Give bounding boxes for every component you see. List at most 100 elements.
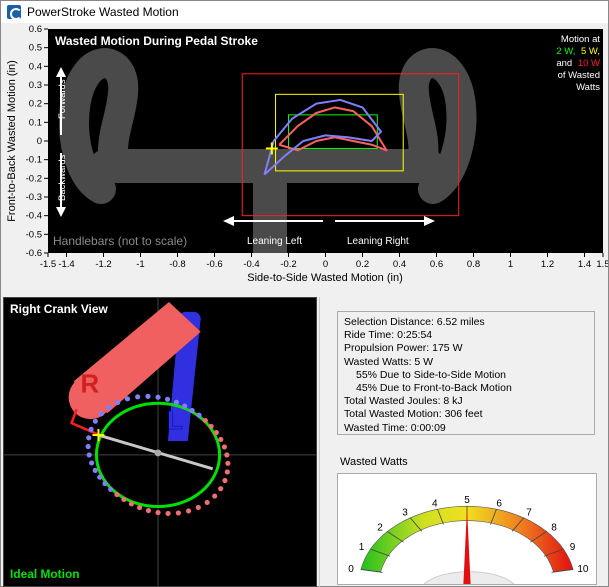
pedal-dot bbox=[135, 394, 141, 400]
x-axis-label: Side-to-Side Wasted Motion (in) bbox=[247, 272, 403, 284]
gauge-tick-label: 3 bbox=[402, 508, 408, 519]
pedal-dot bbox=[92, 467, 98, 473]
gauge-tick-label: 0 bbox=[348, 564, 354, 575]
total-wasted-joules: Total Wasted Joules: 8 kJ bbox=[344, 395, 463, 408]
pedal-dot bbox=[155, 510, 161, 516]
wasted-time: Wasted Time: 0:00:09 bbox=[344, 421, 446, 434]
pedal-dot bbox=[182, 403, 188, 409]
crank-axle bbox=[154, 449, 162, 457]
pedal-dot bbox=[189, 407, 195, 413]
handlebars-label: Handlebars (not to scale) bbox=[53, 234, 187, 248]
wasted-watts-gauge-panel: 0 1 2 3 4 5 6 7 8 9 10 bbox=[337, 473, 597, 587]
y-tick-label: -0.4 bbox=[26, 211, 42, 222]
gauge-tick-label: 7 bbox=[526, 508, 532, 519]
wasted-watts-gauge: 01 2 3 4 5 6 7 8 910 bbox=[348, 495, 589, 587]
legend-5w: 5 W, bbox=[581, 46, 600, 57]
x-tick-label: 1.5 bbox=[596, 259, 608, 270]
y-tick-label: 0.3 bbox=[29, 80, 42, 91]
window-title: PowerStroke Wasted Motion bbox=[27, 5, 179, 19]
y-tick-label: -0.1 bbox=[26, 155, 42, 166]
gauge-tick-label: 6 bbox=[496, 498, 502, 509]
pedal-dot bbox=[114, 491, 120, 498]
pedal-dot bbox=[124, 396, 131, 402]
legend-and: and bbox=[556, 58, 572, 69]
y-tick-label: 0.2 bbox=[29, 99, 42, 110]
gauge-tick-label: 4 bbox=[432, 498, 438, 509]
pedal-dot bbox=[224, 452, 230, 458]
pedal-dot bbox=[212, 493, 218, 499]
pedal-dot bbox=[85, 443, 91, 450]
pedal-dot bbox=[108, 486, 114, 492]
ideal-motion-label: Ideal Motion bbox=[10, 567, 79, 581]
leaning-right-label: Leaning Right bbox=[347, 236, 409, 247]
pedal-dot bbox=[185, 508, 192, 514]
x-tick-label: -0.4 bbox=[243, 259, 259, 270]
pedal-dot bbox=[204, 499, 210, 506]
pedal-dot bbox=[98, 411, 104, 417]
selection-distance: Selection Distance: 6.52 miles bbox=[344, 316, 485, 328]
pedal-dot bbox=[222, 477, 228, 484]
pedal-dot bbox=[86, 452, 92, 458]
x-tick-label: -0.8 bbox=[169, 259, 185, 270]
pedal-dot bbox=[88, 426, 94, 432]
x-tick-label: 1.2 bbox=[541, 259, 554, 270]
propulsion-power: Propulsion Power: 175 W bbox=[344, 342, 463, 355]
legend-10w: 10 W bbox=[578, 58, 600, 69]
gauge-tick-label: 8 bbox=[551, 523, 557, 534]
y-axis-label: Front-to-Back Wasted Motion (in) bbox=[6, 60, 18, 222]
pedal-dot bbox=[164, 396, 171, 402]
x-tick-label: 1.4 bbox=[578, 259, 591, 270]
y-tick-label: -0.3 bbox=[26, 192, 42, 203]
y-tick-label: 0.6 bbox=[29, 24, 42, 35]
pedal-dot bbox=[221, 444, 227, 450]
pedal-dot bbox=[165, 510, 171, 517]
gauge-tick-label: 10 bbox=[577, 564, 589, 575]
right-crank-label: R bbox=[81, 370, 100, 398]
x-tick-label: -0.2 bbox=[280, 259, 296, 270]
pedal-dot bbox=[202, 417, 208, 424]
x-tick-label: 0.4 bbox=[393, 259, 406, 270]
pedal-dot bbox=[128, 501, 134, 507]
y-tick-label: -0.2 bbox=[26, 173, 42, 184]
pedal-dot bbox=[92, 418, 98, 424]
chart-title: Wasted Motion During Pedal Stroke bbox=[55, 34, 258, 48]
x-tick-label: -0.6 bbox=[206, 259, 222, 270]
title-bar[interactable]: PowerStroke Wasted Motion bbox=[1, 1, 608, 23]
x-tick-label: 0.8 bbox=[467, 259, 480, 270]
pedal-dot bbox=[224, 469, 230, 475]
app-icon bbox=[7, 5, 22, 20]
gauge-title: Wasted Watts bbox=[340, 456, 408, 468]
gauge-tick-label: 9 bbox=[570, 542, 576, 553]
backwards-label: Backwards bbox=[57, 154, 68, 201]
x-tick-label: -1.4 bbox=[58, 259, 74, 270]
right-crank-view: L R Right Crank View Ideal Motion bbox=[3, 297, 317, 587]
y-tick-label: 0.4 bbox=[29, 61, 42, 72]
legend-line3: and 10 W bbox=[556, 58, 600, 69]
pedal-dot bbox=[102, 480, 108, 487]
pedal-dot bbox=[86, 435, 92, 441]
pedal-dot bbox=[195, 504, 201, 511]
side-to-side-percent: 55% Due to Side-to-Side Motion bbox=[356, 368, 506, 381]
front-to-back-percent: 45% Due to Front-to-Back Motion bbox=[356, 382, 512, 395]
pedal-dot bbox=[173, 399, 180, 405]
y-tick-label: 0.1 bbox=[29, 117, 42, 128]
pedal-dot bbox=[208, 423, 214, 429]
x-tick-label: -1 bbox=[136, 259, 144, 270]
pedal-dot bbox=[121, 496, 127, 503]
pedal-dot bbox=[115, 399, 121, 405]
ride-time: Ride Time: 0:25:54 bbox=[344, 329, 433, 342]
pedal-dot bbox=[97, 474, 103, 480]
app-window: PowerStroke Wasted Motion -1.5 -1.4 -1.2 -1… bbox=[0, 0, 609, 587]
forwards-label: Forwards bbox=[57, 79, 68, 119]
pedal-dot bbox=[175, 510, 181, 516]
x-tick-label: 0.6 bbox=[430, 259, 443, 270]
y-tick-label: 0.5 bbox=[29, 43, 42, 54]
pedal-dot bbox=[196, 412, 202, 418]
pedal-dot bbox=[145, 393, 151, 399]
wasted-watts-stat: Wasted Watts: 5 W bbox=[344, 355, 434, 368]
ride-stats-box: Selection Distance: 6.52 miles Ride Time… bbox=[337, 311, 595, 435]
crank-view-title: Right Crank View bbox=[10, 302, 108, 316]
panel-divider bbox=[319, 297, 320, 587]
pedal-dot bbox=[218, 486, 224, 492]
legend-line4: of Wasted bbox=[558, 70, 600, 81]
